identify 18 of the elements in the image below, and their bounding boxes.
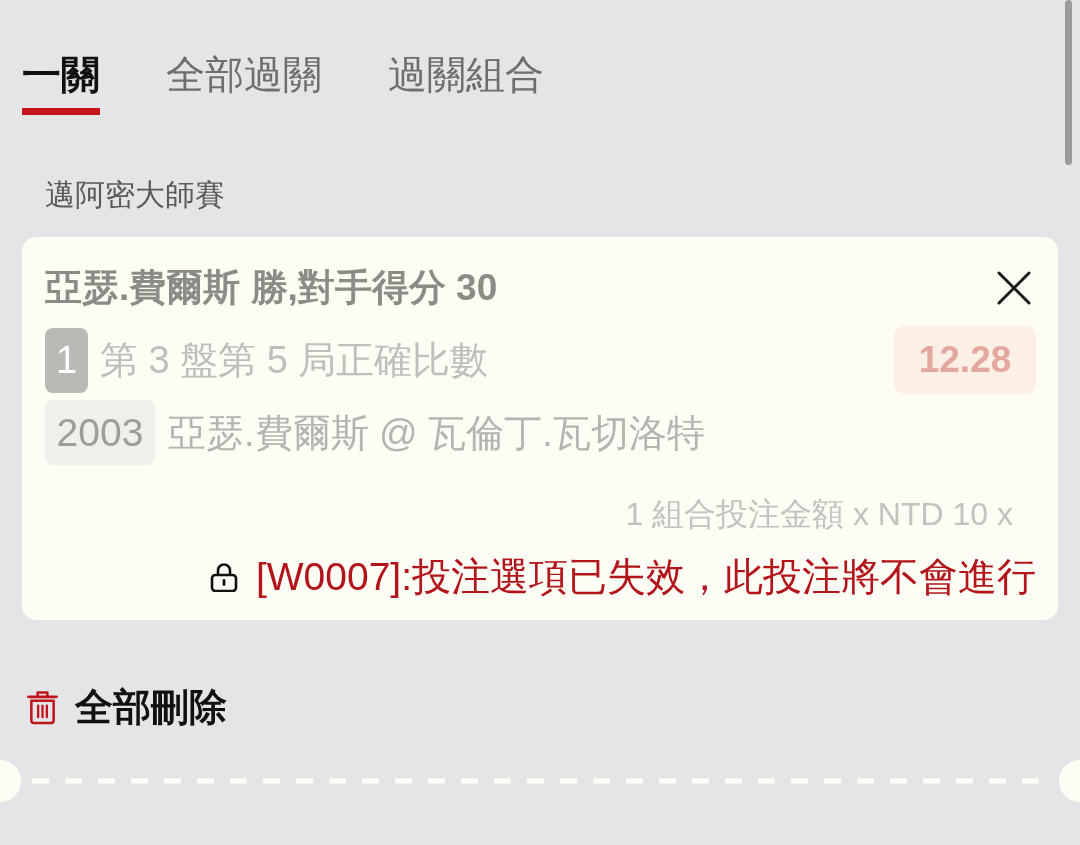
lock-icon	[209, 562, 238, 592]
scrollbar[interactable]	[1065, 0, 1072, 165]
delete-all-button[interactable]: 全部刪除	[27, 685, 227, 729]
warning-message: [W0007]:投注選項已失效，此投注將不會進行	[255, 555, 1036, 599]
leg-number: 1	[45, 327, 88, 393]
ticket-notch	[0, 760, 21, 802]
tab[interactable]: 全部過關	[166, 51, 322, 115]
tournament-name: 邁阿密大師賽	[45, 177, 225, 213]
tab[interactable]: 一關	[22, 51, 100, 115]
ticket-notch	[1059, 760, 1080, 802]
event-name: 亞瑟.費爾斯 @ 瓦倫丁.瓦切洛特	[168, 410, 705, 456]
stake-summary: 1 組合投注金額 x NTD 10 x	[625, 495, 1013, 534]
event-id: 2003	[45, 400, 155, 465]
odds-badge: 12.28	[894, 326, 1036, 394]
tab[interactable]: 過關組合	[388, 51, 544, 115]
market-name: 第 3 盤第 5 局正確比數	[100, 338, 489, 383]
trash-icon	[27, 689, 58, 725]
selection-title: 亞瑟.費爾斯 勝,對手得分 30	[45, 266, 498, 310]
